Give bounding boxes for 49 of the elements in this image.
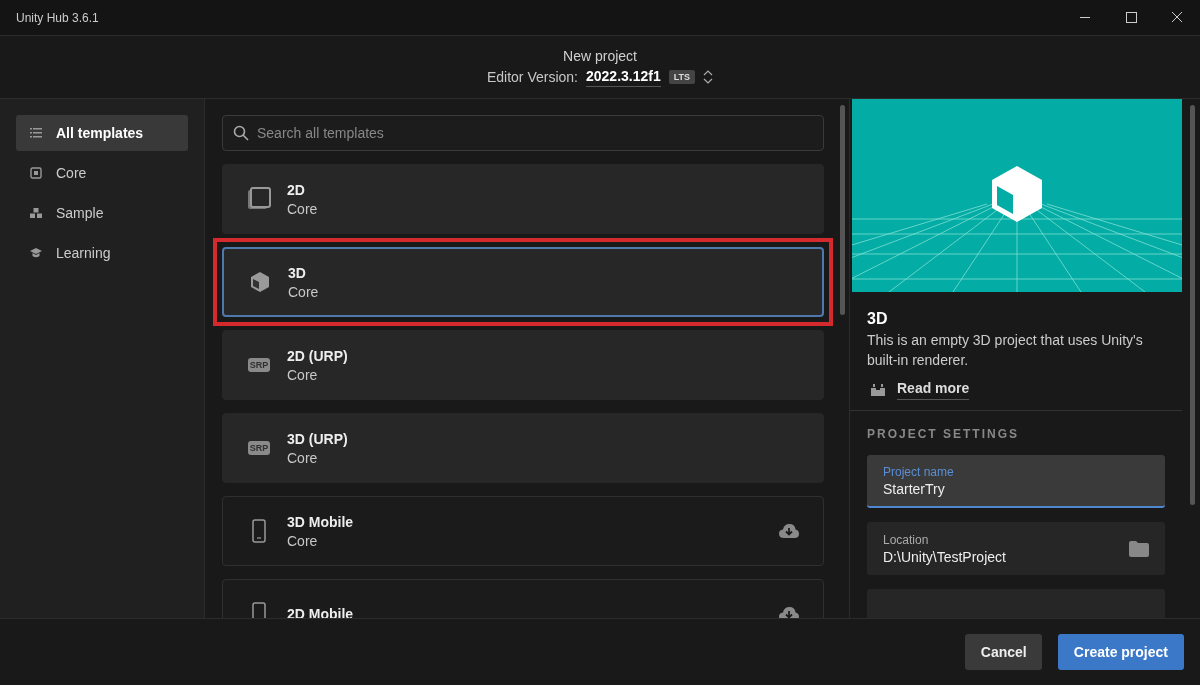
template-name: 2D (URP) <box>287 347 349 364</box>
template-card[interactable]: SRP 2D (URP) Core <box>222 330 824 400</box>
section-heading: PROJECT SETTINGS <box>867 427 1021 441</box>
template-category: Core <box>288 283 320 300</box>
dialog-title: New project <box>563 47 637 64</box>
lts-badge: LTS <box>668 70 696 84</box>
folder-icon[interactable] <box>1129 540 1149 557</box>
up-down-chevron-icon[interactable] <box>703 70 714 84</box>
template-name: 3D Mobile <box>287 513 355 530</box>
scrollbar[interactable] <box>1190 105 1195 505</box>
template-card[interactable]: SRP 3D (URP) Core <box>222 413 824 483</box>
template-category: Core <box>287 449 319 466</box>
template-card[interactable]: 3D Mobile Core <box>222 496 824 566</box>
editor-version-selector[interactable]: 2022.3.12f1 <box>586 67 661 87</box>
srp-icon: SRP <box>247 358 271 372</box>
template-category: Core <box>287 366 319 383</box>
template-name: 2D <box>287 181 306 198</box>
template-name: 3D <box>288 264 307 281</box>
square-icon <box>247 187 271 211</box>
sidebar-item[interactable]: All templates <box>16 115 188 151</box>
editor-version-label: Editor Version: <box>486 69 578 85</box>
package-icon <box>871 384 885 396</box>
template-category: Core <box>287 200 319 217</box>
cube-icon <box>249 271 271 293</box>
search-field[interactable]: Search all templates <box>222 115 824 151</box>
sidebar-item[interactable]: Learning <box>16 235 188 271</box>
template-name: 3D (URP) <box>287 430 349 447</box>
window-title: Unity Hub 3.6.1 <box>16 10 99 25</box>
list-icon <box>30 127 42 139</box>
input-field[interactable]: Location D:\Unity\TestProject <box>867 522 1165 575</box>
search-icon <box>233 125 249 141</box>
create-project-button[interactable]: Create project <box>1057 634 1184 670</box>
scrollbar[interactable] <box>840 105 845 315</box>
input-field[interactable]: Project name StarterTry <box>867 455 1165 508</box>
template-card[interactable]: 2D Core <box>222 164 824 234</box>
srp-icon: SRP <box>247 441 271 455</box>
read-more-link[interactable]: Read more <box>897 380 970 400</box>
square-icon <box>30 167 42 179</box>
sidebar-item[interactable]: Core <box>16 155 188 191</box>
template-card[interactable]: 3D Core <box>222 247 824 317</box>
template-title: 3D <box>867 310 889 328</box>
graduation-cap-icon <box>30 247 42 259</box>
phone-icon <box>252 519 266 543</box>
template-description: This is an empty 3D project that uses Unity's built-in renderer. <box>867 331 1144 370</box>
blocks-icon <box>30 207 42 219</box>
cloud-download-icon[interactable] <box>779 524 799 538</box>
sidebar-item[interactable]: Sample <box>16 195 188 231</box>
cancel-button[interactable]: Cancel <box>964 634 1042 670</box>
template-category: Core <box>287 532 319 549</box>
